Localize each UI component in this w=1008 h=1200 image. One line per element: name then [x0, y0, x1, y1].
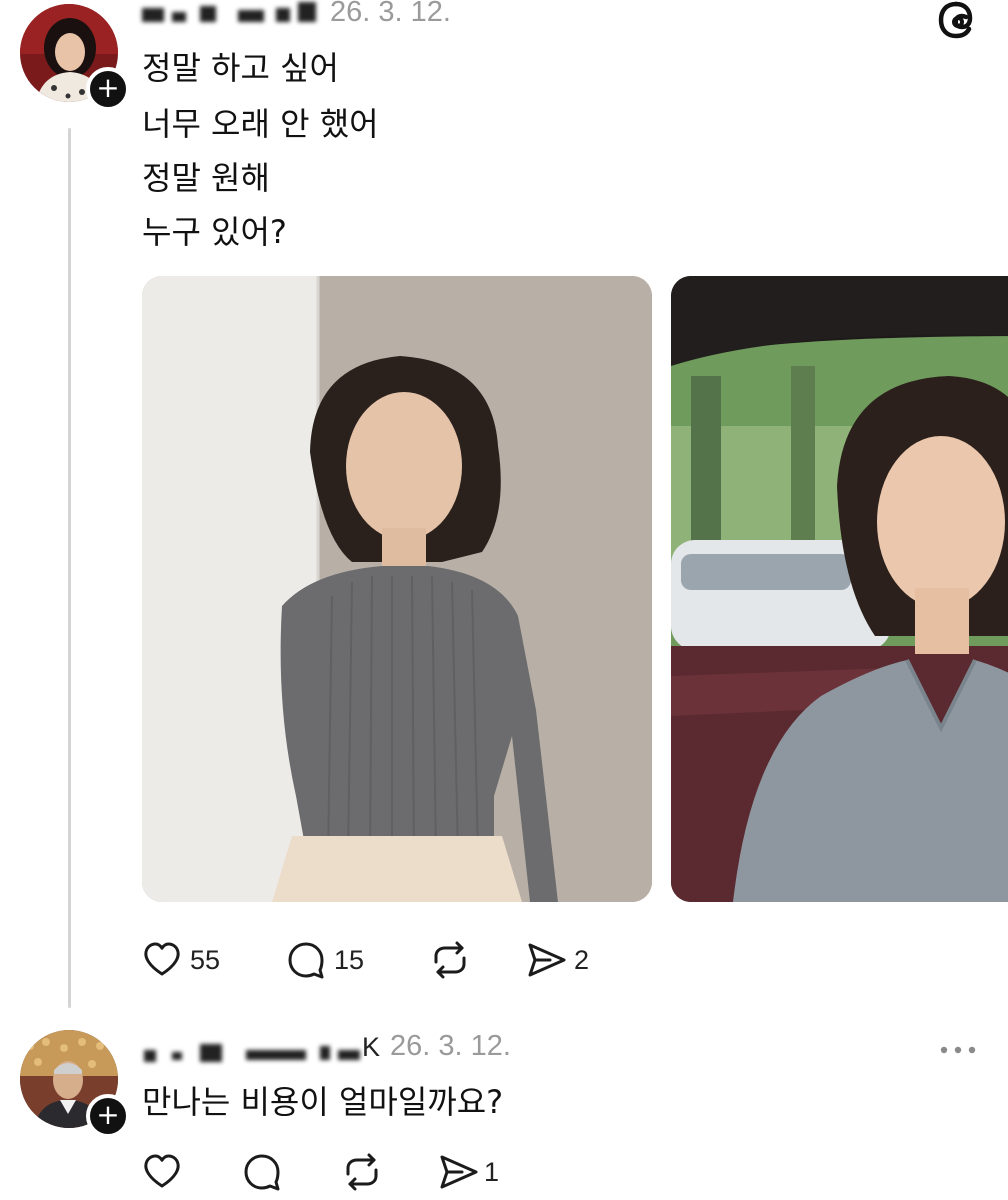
- heart-icon: [144, 942, 180, 976]
- comment-action[interactable]: 15: [286, 938, 364, 982]
- reply-text: 만나는 비용이 얼마일까요?: [142, 1083, 504, 1121]
- post-timestamp: 26. 3. 12.: [330, 0, 451, 28]
- follow-plus-icon[interactable]: +: [86, 1094, 130, 1138]
- post-text-line-3: 정말 원해: [142, 159, 270, 197]
- speech-bubble-icon: [244, 1154, 280, 1191]
- reply-share-count: 1: [484, 1156, 500, 1187]
- more-dots-icon[interactable]: [938, 1032, 978, 1062]
- thread-connector: [68, 128, 71, 1008]
- reply-username-tail: K: [362, 1032, 381, 1062]
- comment-count: 15: [334, 944, 365, 975]
- post-photo-1[interactable]: [142, 276, 652, 902]
- reply-share-action[interactable]: 1: [438, 1150, 499, 1194]
- repost-arrows-icon: [346, 1153, 378, 1191]
- follow-plus-icon[interactable]: +: [86, 67, 130, 111]
- heart-icon: [144, 1154, 180, 1188]
- main-post: + 26. 3. 12. 정말 하고 싶어 너무 오래 안 했어 정말 원해 누…: [0, 0, 1008, 1010]
- share-count: 2: [574, 944, 590, 975]
- like-action[interactable]: 55: [142, 938, 220, 982]
- post-text-line-1: 정말 하고 싶어: [142, 49, 339, 87]
- reply-post: + K 26. 3. 12. 만나는 비용이 얼마일까요? 1: [0, 1010, 1008, 1200]
- like-count: 55: [190, 944, 221, 975]
- share-action[interactable]: 2: [526, 938, 589, 982]
- repost-action[interactable]: [428, 938, 472, 982]
- post-text-line-2: 너무 오래 안 했어: [142, 105, 379, 143]
- reply-like-action[interactable]: [142, 1150, 182, 1194]
- author-username-redacted: [142, 2, 320, 26]
- threads-logo-icon[interactable]: [936, 0, 976, 47]
- send-icon: [440, 1155, 478, 1189]
- reply-repost-action[interactable]: [340, 1150, 384, 1194]
- send-icon: [528, 943, 566, 977]
- post-text-line-4: 누구 있어?: [142, 213, 287, 251]
- post-photo-2[interactable]: [671, 276, 1008, 902]
- repost-arrows-icon: [434, 941, 466, 979]
- replier-username-redacted: [142, 1040, 370, 1064]
- reply-timestamp: 26. 3. 12.: [390, 1030, 511, 1062]
- reply-comment-action[interactable]: [242, 1150, 282, 1194]
- speech-bubble-icon: [288, 942, 324, 979]
